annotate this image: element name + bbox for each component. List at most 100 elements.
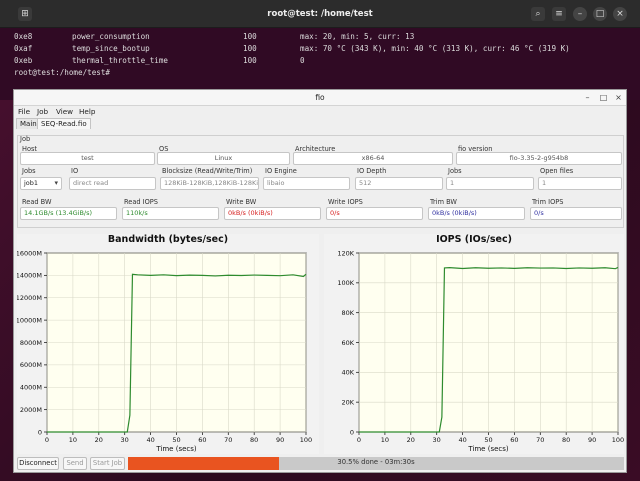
- attr-id: 0xeb: [14, 56, 33, 65]
- architecture-field: x86-64: [293, 152, 453, 165]
- x-tick-label: 30: [433, 436, 441, 444]
- y-tick-label: 120K: [337, 249, 354, 257]
- os-field: Linux: [157, 152, 290, 165]
- attr-raw: max: 20, min: 5, curr: 13: [300, 32, 415, 41]
- x-tick-label: 60: [510, 436, 518, 444]
- io-label: IO: [71, 167, 79, 175]
- y-tick-label: 4000M: [20, 384, 42, 392]
- y-tick-label: 12000M: [17, 294, 42, 302]
- y-tick-label: 6000M: [20, 361, 42, 369]
- attr-id: 0xe8: [14, 32, 33, 41]
- x-tick-label: 100: [612, 436, 624, 444]
- menu-job[interactable]: Job: [37, 107, 48, 116]
- tab-seq-read[interactable]: SEQ-Read.fio: [37, 118, 91, 129]
- attr-value: 100: [243, 44, 257, 53]
- trim-iops-label: Trim IOPS: [532, 198, 564, 206]
- attr-raw: 0: [300, 56, 305, 65]
- x-tick-label: 10: [381, 436, 389, 444]
- fio-version-field: fio-3.35-2-g954b8: [456, 152, 622, 165]
- attr-name: temp_since_bootup: [72, 44, 150, 53]
- x-tick-label: 40: [146, 436, 154, 444]
- open-files-field: 1: [538, 177, 622, 190]
- attr-value: 100: [243, 56, 257, 65]
- send-button[interactable]: Send: [63, 457, 87, 470]
- x-tick-label: 20: [407, 436, 415, 444]
- terminal-line: 0xeb thermal_throttle_time 100 0: [14, 55, 640, 67]
- menu-file[interactable]: File: [18, 107, 30, 116]
- menu-bar: File Job View Help: [14, 106, 626, 117]
- host-field: test: [20, 152, 155, 165]
- close-icon[interactable]: ×: [613, 92, 624, 103]
- x-tick-label: 10: [69, 436, 77, 444]
- iops-chart-title: IOPS (IOs/sec): [436, 234, 512, 245]
- job-section-label: Job: [20, 135, 31, 143]
- y-tick-label: 40K: [341, 369, 354, 377]
- x-tick-label: 0: [357, 436, 361, 444]
- x-tick-label: 90: [276, 436, 284, 444]
- y-tick-label: 100K: [337, 279, 354, 287]
- x-tick-label: 60: [198, 436, 206, 444]
- blocksize-field: 128KiB-128KiB,128KiB-128Ki: [160, 177, 259, 190]
- menu-icon[interactable]: ≡: [552, 7, 566, 21]
- job-progress-bar: 30.5% done - 03m:30s: [128, 457, 624, 470]
- tab-bar: Main SEQ-Read.fio: [14, 117, 626, 129]
- search-icon[interactable]: ⌕: [531, 7, 545, 21]
- io-engine-field: libaio: [263, 177, 350, 190]
- x-tick-label: 90: [588, 436, 596, 444]
- blocksize-label: Blocksize (Read/Write/Trim): [162, 167, 253, 175]
- menu-help[interactable]: Help: [79, 107, 95, 116]
- io-field: direct read: [69, 177, 156, 190]
- attr-name: thermal_throttle_time: [72, 56, 169, 65]
- terminal-titlebar: ⊞ root@test: /home/test ⌕ ≡ – □ ×: [0, 0, 640, 28]
- x-tick-label: 100: [300, 436, 312, 444]
- bandwidth-chart: Bandwidth (bytes/sec) 0 10 20 30 40 50 60 70 80 9…: [16, 234, 319, 454]
- bandwidth-chart-svg: 0 10 20 30 40 50 60 70 80 90 100 0 2000M 4000M 6000M 80…: [16, 249, 313, 453]
- start-job-button[interactable]: Start Job: [90, 457, 125, 470]
- bottom-bar: Disconnect Send Start Job 30.5% done - 0…: [17, 457, 624, 471]
- io-engine-label: IO Engine: [265, 167, 297, 175]
- x-tick-label: 30: [121, 436, 129, 444]
- jobs-label: Jobs: [22, 167, 36, 175]
- disconnect-button[interactable]: Disconnect: [17, 457, 59, 470]
- menu-view[interactable]: View: [56, 107, 73, 116]
- maximize-icon[interactable]: □: [593, 7, 607, 21]
- y-tick-label: 0: [350, 428, 354, 436]
- io-depth-label: IO Depth: [357, 167, 387, 175]
- io-depth-field: 512: [355, 177, 443, 190]
- maximize-icon[interactable]: □: [598, 92, 609, 103]
- y-tick-label: 16000M: [17, 249, 42, 257]
- y-tick-label: 60K: [341, 339, 354, 347]
- close-icon[interactable]: ×: [613, 7, 627, 21]
- y-tick-label: 8000M: [20, 339, 42, 347]
- x-axis-label: Time (secs): [155, 445, 197, 453]
- x-tick-label: 80: [250, 436, 258, 444]
- iops-chart-svg: 0 10 20 30 40 50 60 70 80 90 100 0 20K 40K 60K 80K 100K 1…: [337, 249, 624, 453]
- minimize-icon[interactable]: –: [573, 7, 587, 21]
- prompt-text: root@test:/home/test#: [14, 68, 111, 77]
- y-tick-label: 80K: [341, 309, 354, 317]
- y-tick-label: 14000M: [17, 272, 42, 280]
- read-bw-label: Read BW: [22, 198, 52, 206]
- y-tick-label: 0: [38, 428, 42, 436]
- trim-bw-field: 0kB/s (0kiB/s): [428, 207, 525, 220]
- minimize-icon[interactable]: –: [582, 92, 593, 103]
- y-tick-label: 2000M: [20, 406, 42, 414]
- jobs-select[interactable]: job1: [20, 177, 62, 190]
- iops-chart: IOPS (IOs/sec) 0 10 20 30 40 50 60 70 80 90 100 0 20…: [324, 234, 624, 454]
- x-tick-label: 0: [45, 436, 49, 444]
- read-bw-field: 14.1GB/s (13.4GiB/s): [20, 207, 117, 220]
- open-files-label: Open files: [540, 167, 574, 175]
- terminal-output[interactable]: 0xe8 power_consumption 100 max: 20, min:…: [14, 31, 640, 79]
- attr-name: power_consumption: [72, 32, 150, 41]
- terminal-prompt: root@test:/home/test#: [14, 67, 640, 79]
- jobs-count-field: 1: [446, 177, 534, 190]
- job-panel: Job Host test OS Linux Architecture x86-…: [17, 135, 624, 228]
- y-tick-label: 20K: [341, 398, 354, 406]
- progress-text: 30.5% done - 03m:30s: [337, 458, 415, 466]
- fio-window-title: fio: [315, 93, 325, 102]
- read-iops-label: Read IOPS: [124, 198, 158, 206]
- write-bw-label: Write BW: [226, 198, 257, 206]
- x-tick-label: 50: [484, 436, 492, 444]
- write-bw-field: 0kB/s (0kiB/s): [224, 207, 321, 220]
- write-iops-field: 0/s: [326, 207, 423, 220]
